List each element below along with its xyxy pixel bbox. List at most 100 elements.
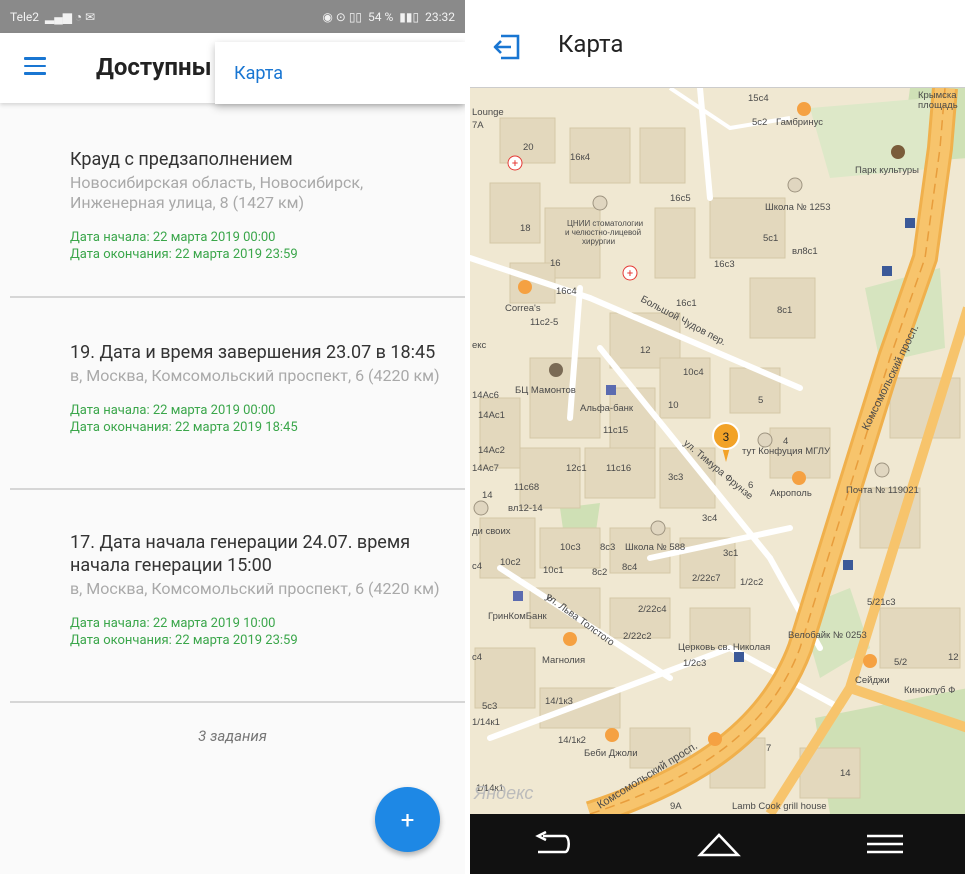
- map-label: 1/14к1: [472, 717, 500, 728]
- page-title: Доступны: [96, 53, 212, 81]
- map-label: 16с3: [714, 259, 735, 270]
- map-label: 5с2: [752, 117, 767, 128]
- map-label: 1/2с3: [683, 658, 706, 669]
- battery-icon: ▮▮▯: [399, 9, 420, 24]
- map-app-bar: Карта: [470, 0, 965, 88]
- map-label: 8с1: [777, 305, 792, 316]
- battery-label: 54 %: [368, 9, 394, 24]
- android-nav-bar: [470, 814, 965, 874]
- map-label: 12: [640, 345, 651, 356]
- map-label: с4: [472, 561, 482, 572]
- map-label: с4: [472, 652, 482, 663]
- map-label: 11с15: [603, 425, 628, 436]
- map-label: хирургии: [582, 237, 615, 246]
- map-label: 20: [523, 142, 534, 153]
- task-item[interactable]: Крауд с предзаполнением Новосибирская об…: [0, 148, 465, 263]
- map-label: ГринКомБанк: [488, 611, 548, 622]
- map-label: 14: [840, 768, 851, 779]
- map-label: Lamb Cook grill house: [732, 801, 827, 812]
- map-label: Почта № 119021: [846, 485, 919, 496]
- map-label: 3с4: [702, 513, 717, 524]
- task-start-date: Дата начала: 22 марта 2019 10:00: [70, 616, 276, 631]
- status-icons: ◉ ⊙ ▯▯: [322, 9, 363, 24]
- map-screen: Карта + + Lounge 7А Крымска площадь 15с4…: [467, 0, 965, 874]
- map-label: 7: [766, 743, 771, 754]
- home-nav-icon[interactable]: [689, 824, 749, 864]
- map-label: 16: [550, 258, 561, 269]
- task-list-screen: Tele2 ▂▄▆ ◔ ✉ ◉ ⊙ ▯▯ 54 % ▮▮▯ 23:32 Дост…: [0, 0, 465, 874]
- task-title: Крауд с предзаполнением: [70, 149, 293, 170]
- map-label: 2/22с2: [623, 631, 652, 642]
- map-label: 2/22с4: [638, 604, 667, 615]
- map-label: Школа № 588: [625, 542, 685, 553]
- map-label: 5с3: [482, 701, 497, 712]
- task-item[interactable]: 17. Дата начала генерации 24.07. время н…: [0, 531, 465, 649]
- menu-nav-icon[interactable]: [855, 824, 915, 864]
- map-label: 3с1: [723, 548, 738, 559]
- map-label: 14Ас2: [478, 445, 505, 456]
- cluster-count: 3: [723, 430, 730, 444]
- map-label: 16с5: [670, 193, 691, 204]
- task-end-date: Дата окончания: 22 марта 2019 23:59: [70, 247, 298, 262]
- hamburger-menu-icon[interactable]: [24, 57, 46, 75]
- task-count: 3 задания: [198, 727, 267, 745]
- map-label: 18: [520, 223, 531, 234]
- divider: [10, 701, 465, 703]
- exit-icon[interactable]: [492, 32, 522, 62]
- map-label: 7А: [472, 120, 484, 131]
- map-label: 14Ас6: [472, 390, 499, 401]
- task-end-date: Дата окончания: 22 марта 2019 18:45: [70, 420, 298, 435]
- map-label: 2/22с7: [692, 573, 721, 584]
- task-item[interactable]: 19. Дата и время завершения 23.07 в 18:4…: [0, 341, 465, 436]
- map-label: Сейджи: [855, 675, 890, 686]
- map-label: и челюстно-лицевой: [565, 228, 641, 237]
- carrier-label: Tele2: [10, 9, 39, 24]
- map-label: 5/21с3: [867, 597, 896, 608]
- map-label: БЦ Мамонтов: [515, 385, 576, 396]
- map-label: 16к4: [570, 152, 590, 163]
- map-label: 11с2-5: [530, 317, 558, 328]
- map-label: Альфа-банк: [580, 403, 634, 414]
- map-label: 14Ас1: [478, 410, 505, 421]
- map-label: вл12-14: [508, 503, 543, 514]
- map-label: тут Конфуция МГЛУ: [742, 446, 831, 457]
- screen: Tele2 ▂▄▆ ◔ ✉ ◉ ⊙ ▯▯ 54 % ▮▮▯ 23:32 Дост…: [0, 0, 965, 874]
- map-label: 15с4: [748, 93, 769, 104]
- map-label: площадь: [918, 100, 958, 111]
- map-label: Беби Джоли: [584, 748, 638, 759]
- map-label: 14/1к2: [558, 735, 586, 746]
- task-address: Новосибирская область, Новосибирск, Инже…: [70, 173, 364, 212]
- map-label: 10: [668, 400, 679, 411]
- map-label: 5с1: [763, 233, 778, 244]
- map-label: Акрополь: [770, 488, 812, 499]
- add-task-button[interactable]: +: [375, 787, 440, 852]
- map-label: 12: [948, 652, 959, 663]
- map-label: Церковь св. Николая: [678, 642, 770, 653]
- map-label: 1/2с2: [740, 577, 763, 588]
- map-canvas: + + Lounge 7А Крымска площадь 15с4 5с2 Г…: [470, 88, 965, 814]
- task-title: 19. Дата и время завершения 23.07 в 18:4…: [70, 342, 436, 363]
- task-start-date: Дата начала: 22 марта 2019 00:00: [70, 230, 276, 245]
- map-label: 5: [758, 395, 763, 406]
- divider: [10, 296, 465, 298]
- svg-text:+: +: [512, 157, 518, 170]
- status-bar: Tele2 ▂▄▆ ◔ ✉ ◉ ⊙ ▯▯ 54 % ▮▮▯ 23:32: [0, 0, 465, 33]
- map-label: Парк культуры: [855, 165, 919, 176]
- map-label: Школа № 1253: [765, 202, 830, 213]
- map-label: 8с4: [622, 562, 637, 573]
- popup-menu-item-map[interactable]: Карта: [215, 42, 465, 104]
- map-view[interactable]: + + Lounge 7А Крымска площадь 15с4 5с2 Г…: [470, 88, 965, 814]
- yandex-watermark: Яндекс: [473, 783, 533, 803]
- map-label: 10с1: [543, 565, 564, 576]
- map-label: Киноклуб Ф: [904, 685, 955, 696]
- map-label: 8с2: [592, 567, 607, 578]
- map-label: Lounge: [472, 107, 504, 118]
- map-label: Гамбринус: [776, 117, 823, 128]
- clock: 23:32: [425, 9, 455, 24]
- task-address: в, Москва, Комсомольский проспект, 6 (42…: [70, 579, 440, 598]
- map-label: 14: [482, 490, 493, 501]
- map-label: 10с3: [560, 542, 581, 553]
- map-label: 3с3: [668, 472, 683, 483]
- back-nav-icon[interactable]: [523, 824, 583, 864]
- divider: [10, 488, 465, 490]
